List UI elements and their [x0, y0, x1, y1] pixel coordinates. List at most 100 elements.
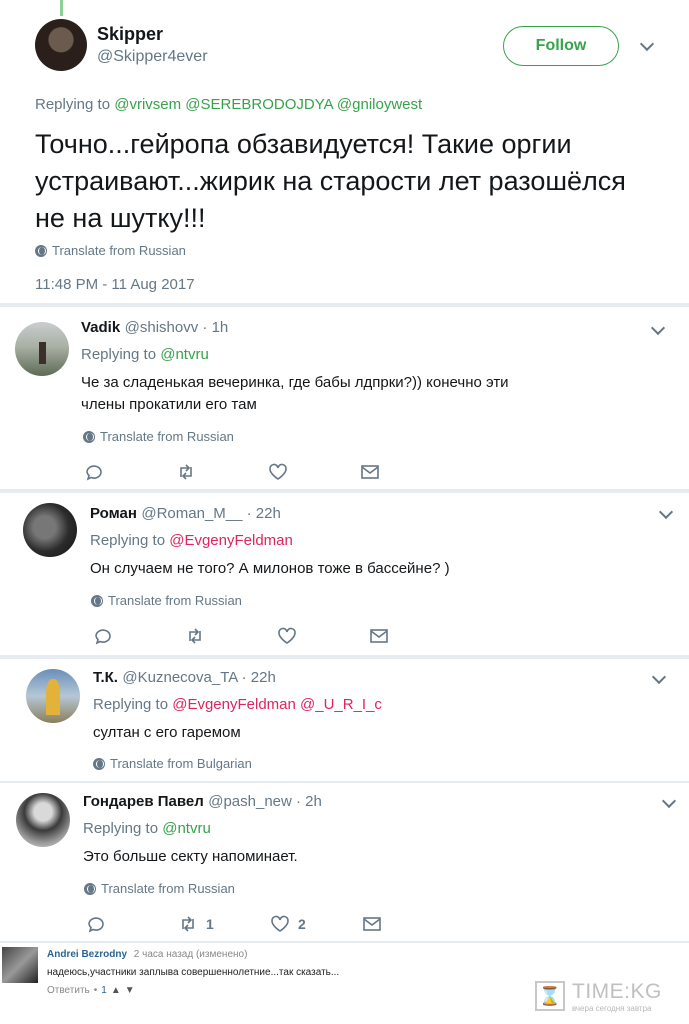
action-bar: [84, 462, 452, 482]
globe-icon: [83, 430, 95, 443]
replying-prefix: Replying to: [90, 532, 166, 549]
envelope-icon: [361, 465, 379, 479]
thumbs-up-icon[interactable]: ▲: [111, 985, 121, 996]
author-name[interactable]: Роман: [90, 505, 137, 522]
retweet-button[interactable]: 1: [178, 914, 270, 934]
comment-text: надеюсь,участники заплыва совершеннолетн…: [47, 967, 340, 978]
translate-link[interactable]: Translate from Russian: [35, 243, 186, 258]
author-handle[interactable]: @Kuznecova_TA · 22h: [122, 669, 275, 686]
watermark-tagline: вчера сегодня завтра: [572, 1004, 652, 1013]
retweet-icon: [189, 628, 201, 644]
replying-to-link[interactable]: @EvgenyFeldman @_U_R_I_c: [172, 696, 382, 713]
translate-link[interactable]: Translate from Russian: [91, 593, 242, 608]
replying-to-link[interactable]: @ntvru: [162, 820, 211, 837]
chevron-down-icon[interactable]: [658, 504, 674, 520]
thumbs-down-icon[interactable]: ▼: [125, 985, 135, 996]
translate-label: Translate from Russian: [52, 243, 186, 258]
replying-prefix: Replying to: [83, 820, 159, 837]
reply-text: Он случаем не того? А милонов тоже в бас…: [90, 560, 450, 577]
tweet-text: Точно...гейропа обзавидуется! Такие орги…: [35, 129, 626, 233]
comment-header: Andrei Bezrodny 2 часа назад (изменено): [47, 949, 247, 960]
envelope-icon: [370, 629, 388, 643]
comment-meta: 2 часа назад (изменено): [133, 949, 248, 960]
reply-button[interactable]: [86, 914, 178, 934]
author-handle[interactable]: @shishovv · 1h: [125, 319, 229, 336]
thread-connector: [60, 0, 63, 16]
reply-icon: [86, 465, 102, 481]
vote-count: 1: [101, 985, 107, 996]
replying-to: Replying to @ntvru: [83, 820, 211, 837]
reply-card[interactable]: Vadik @shishovv · 1h Replying to @ntvru …: [0, 307, 689, 489]
timestamp[interactable]: 11:48 PM - 11 Aug 2017: [35, 276, 195, 293]
chevron-down-icon[interactable]: [651, 669, 667, 685]
reply-icon: [95, 629, 111, 645]
comment-actions: Ответить • 1 ▲ ▼: [47, 985, 135, 996]
author-name[interactable]: Гондарев Павел: [83, 793, 204, 810]
reply-button[interactable]: [93, 626, 185, 646]
author-name[interactable]: Skipper: [97, 24, 163, 45]
reply-card[interactable]: Роман @Roman_M__ · 22h Replying to @Evge…: [0, 493, 689, 655]
chevron-down-icon[interactable]: [639, 36, 655, 52]
globe-icon: [93, 757, 105, 770]
retweet-button[interactable]: [185, 626, 277, 646]
avatar[interactable]: [15, 322, 69, 376]
chevron-down-icon[interactable]: [650, 320, 666, 336]
author-name[interactable]: Vadik: [81, 319, 120, 336]
replying-to-link[interactable]: @ntvru: [160, 346, 209, 363]
replying-prefix: Replying to: [93, 696, 169, 713]
heart-icon: [271, 915, 289, 932]
message-button[interactable]: [360, 462, 452, 482]
author-name[interactable]: Т.К.: [93, 669, 118, 686]
retweet-button[interactable]: [176, 462, 268, 482]
follow-button[interactable]: Follow: [503, 26, 619, 66]
avatar[interactable]: [35, 19, 87, 71]
replying-to-link[interactable]: @EvgenyFeldman: [169, 532, 293, 549]
message-button[interactable]: [362, 914, 454, 934]
reply-card[interactable]: Гондарев Павел @pash_new · 2h Replying t…: [0, 783, 689, 941]
translate-label: Translate from Russian: [108, 593, 242, 608]
like-button[interactable]: 2: [270, 914, 362, 934]
replying-to: Replying to @EvgenyFeldman @_U_R_I_c: [93, 696, 382, 713]
replying-to: Replying to @ntvru: [81, 346, 209, 363]
chevron-down-icon[interactable]: [661, 793, 677, 809]
reply-text: султан с его гаремом: [93, 724, 241, 741]
replying-to: Replying to @vrivsem @SEREBRODOJDYA @gni…: [35, 96, 422, 113]
author-handle[interactable]: @Roman_M__ · 22h: [141, 505, 280, 522]
retweet-icon: [180, 464, 192, 480]
avatar[interactable]: [26, 669, 80, 723]
reply-header: Т.К. @Kuznecova_TA · 22h: [93, 669, 276, 687]
reply-link[interactable]: Ответить: [47, 985, 90, 996]
heart-icon: [278, 627, 296, 644]
translate-link[interactable]: Translate from Bulgarian: [93, 756, 252, 771]
translate-label: Translate from Russian: [101, 881, 235, 896]
translate-link[interactable]: Translate from Russian: [83, 429, 234, 444]
like-button[interactable]: [268, 462, 360, 482]
follow-label: Follow: [535, 37, 587, 54]
avatar[interactable]: [23, 503, 77, 557]
like-button[interactable]: [277, 626, 369, 646]
replying-prefix: Replying to: [81, 346, 157, 363]
translate-link[interactable]: Translate from Russian: [84, 881, 235, 896]
hourglass-logo-icon: ⌛: [535, 981, 565, 1011]
author-handle[interactable]: @Skipper4ever: [97, 48, 208, 66]
avatar[interactable]: [2, 947, 38, 983]
reply-header: Гондарев Павел @pash_new · 2h: [83, 793, 322, 811]
translate-label: Translate from Russian: [100, 429, 234, 444]
watermark-logo: TIME:KG: [572, 980, 662, 1003]
reply-header: Роман @Roman_M__ · 22h: [90, 505, 281, 523]
reply-button[interactable]: [84, 462, 176, 482]
replying-to-link[interactable]: @vrivsem @SEREBRODOJDYA @gniloywest: [114, 96, 422, 113]
comment-author[interactable]: Andrei Bezrodny: [47, 949, 127, 960]
author-handle[interactable]: @pash_new · 2h: [208, 793, 322, 810]
reply-header: Vadik @shishovv · 1h: [81, 319, 228, 337]
globe-icon: [35, 244, 47, 257]
separator: •: [93, 985, 98, 996]
action-bar: [93, 626, 461, 646]
avatar[interactable]: [16, 793, 70, 847]
reply-card[interactable]: Т.К. @Kuznecova_TA · 22h Replying to @Ev…: [0, 659, 689, 781]
heart-icon: [269, 463, 287, 480]
envelope-icon: [363, 917, 381, 931]
replying-to: Replying to @EvgenyFeldman: [90, 532, 293, 549]
message-button[interactable]: [369, 626, 461, 646]
replying-prefix: Replying to: [35, 96, 111, 113]
